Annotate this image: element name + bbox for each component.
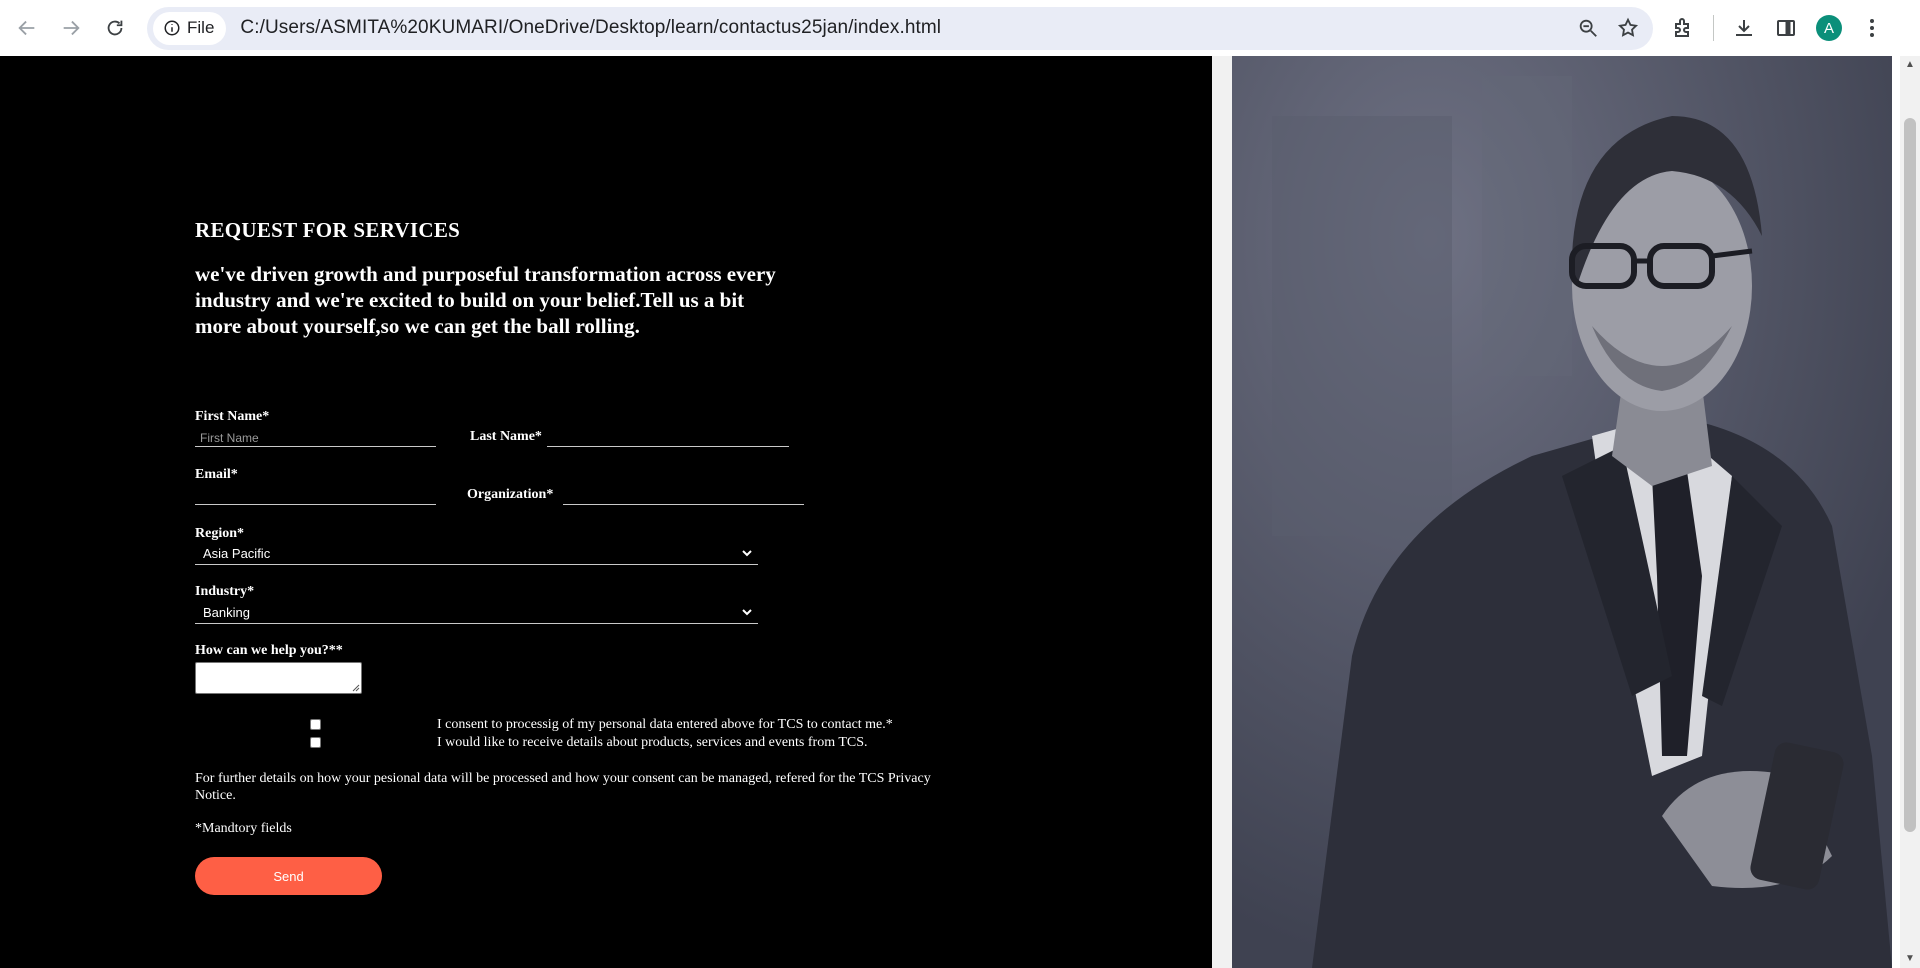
form-panel: REQUEST FOR SERVICES we've driven growth… — [0, 56, 1212, 968]
last-name-input[interactable] — [547, 429, 789, 447]
consent-contact-label: I consent to processig of my personal da… — [437, 717, 893, 732]
side-panel-icon[interactable] — [1774, 16, 1798, 40]
chevron-down-icon — [742, 609, 752, 616]
download-icon[interactable] — [1732, 16, 1756, 40]
industry-label: Industry* — [195, 584, 255, 599]
resize-grip-icon[interactable] — [351, 683, 360, 692]
profile-avatar[interactable]: A — [1816, 15, 1842, 41]
extensions-icon[interactable] — [1671, 16, 1695, 40]
toolbar-divider — [1713, 15, 1714, 41]
back-button[interactable] — [5, 6, 49, 50]
email-label: Email* — [195, 467, 238, 482]
industry-select[interactable]: Banking — [195, 602, 758, 624]
scroll-up-icon[interactable]: ▲ — [1904, 58, 1916, 72]
page-gap — [1212, 56, 1232, 968]
send-button[interactable]: Send — [195, 857, 382, 895]
consent-marketing-label: I would like to receive details about pr… — [437, 735, 868, 750]
hero-photo — [1232, 56, 1892, 968]
forward-icon — [63, 20, 80, 36]
privacy-note: For further details on how your pesional… — [195, 771, 931, 803]
zoom-icon[interactable] — [1577, 17, 1599, 39]
chevron-down-icon — [742, 550, 752, 557]
page-title: REQUEST FOR SERVICES — [195, 218, 461, 242]
consent-marketing-checkbox[interactable] — [310, 737, 321, 748]
first-name-label: First Name* — [195, 409, 270, 424]
browser-toolbar: File C:/Users/ASMITA%20KUMARI/OneDrive/D… — [0, 0, 1920, 56]
region-select[interactable]: Asia Pacific — [195, 543, 758, 565]
reload-icon — [107, 20, 123, 36]
mandatory-note: *Mandtory fields — [195, 821, 292, 836]
last-name-label: Last Name* — [470, 429, 542, 444]
back-icon — [18, 20, 35, 36]
page-viewport: REQUEST FOR SERVICES we've driven growth… — [0, 56, 1920, 968]
info-icon — [164, 20, 180, 36]
businessman-illustration — [1232, 56, 1892, 968]
reload-button[interactable] — [93, 6, 137, 50]
scroll-down-icon[interactable]: ▼ — [1904, 952, 1916, 966]
address-bar[interactable]: File C:/Users/ASMITA%20KUMARI/OneDrive/D… — [147, 6, 1653, 50]
region-value: Asia Pacific — [203, 546, 271, 561]
consent-contact-checkbox[interactable] — [310, 719, 321, 730]
scrollbar-thumb[interactable] — [1904, 118, 1916, 832]
url-text[interactable]: C:/Users/ASMITA%20KUMARI/OneDrive/Deskto… — [240, 17, 941, 39]
site-info-chip[interactable]: File — [153, 11, 227, 45]
star-icon[interactable] — [1617, 17, 1639, 39]
industry-value: Banking — [203, 605, 250, 620]
intro-text: we've driven growth and purposeful trans… — [195, 262, 776, 338]
site-chip-label: File — [187, 18, 215, 37]
forward-button[interactable] — [49, 6, 93, 50]
page-scrollbar[interactable]: ▲ ▼ — [1900, 56, 1920, 968]
help-label: How can we help you?** — [195, 643, 343, 658]
organization-input[interactable] — [563, 487, 804, 505]
menu-icon[interactable] — [1860, 16, 1884, 40]
first-name-input[interactable] — [195, 429, 436, 447]
region-label: Region* — [195, 526, 244, 541]
organization-label: Organization* — [467, 487, 554, 502]
email-input[interactable] — [195, 487, 436, 505]
help-textarea[interactable] — [195, 662, 362, 694]
